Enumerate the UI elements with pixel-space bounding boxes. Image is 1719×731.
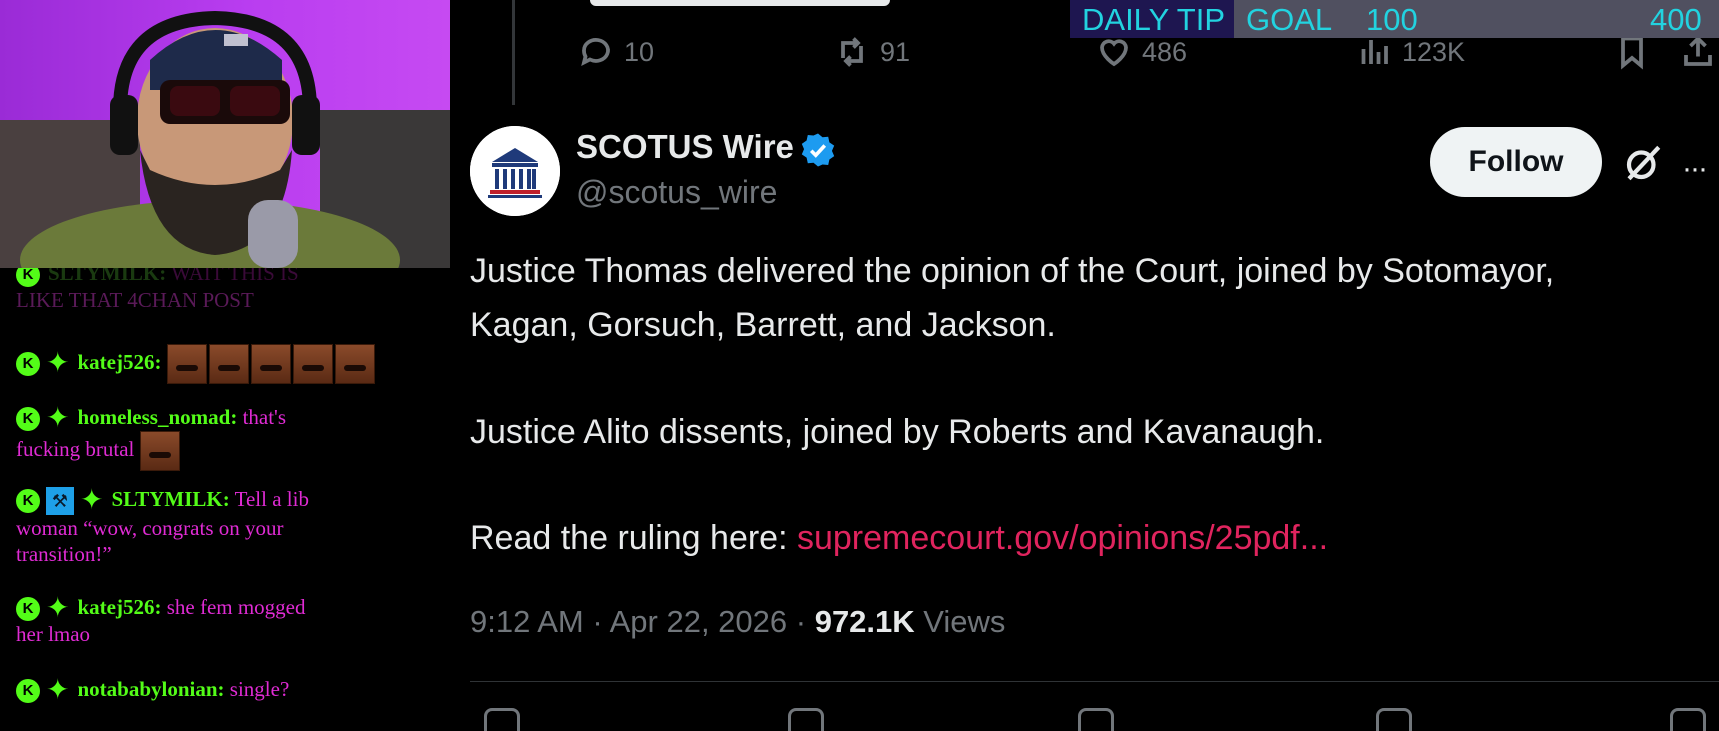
like-button[interactable]: 486 <box>1096 34 1187 70</box>
kick-badge-icon: K <box>16 597 40 622</box>
views-button[interactable]: 123K <box>1356 34 1465 70</box>
tweet-time[interactable]: 9:12 AM <box>470 604 584 639</box>
verified-badge-icon <box>801 133 835 167</box>
emote-icon <box>166 344 207 384</box>
like-count: 486 <box>1142 36 1188 67</box>
supreme-court-logo-icon <box>470 126 560 216</box>
goal-title: DAILY TIP <box>1082 2 1226 37</box>
views-count: 123K <box>1402 36 1466 67</box>
kick-badge-icon: K <box>16 679 40 704</box>
more-options-icon[interactable]: ··· <box>1682 152 1708 186</box>
bookmark-button[interactable] <box>1614 34 1650 70</box>
chat-message: K ✦ homeless_nomad: that's fucking brutal <box>16 403 436 472</box>
read-prefix: Read the ruling here: <box>470 519 797 557</box>
reply-button[interactable]: 10 <box>578 34 654 70</box>
emote-icon <box>292 344 333 384</box>
reply-count: 10 <box>624 36 655 67</box>
follow-button[interactable]: Follow <box>1430 127 1602 197</box>
chat-message: K ✦ katej526: she fem mogged her lmao <box>16 594 436 647</box>
chat-text: woman “wow, congrats on your <box>16 516 284 541</box>
grok-icon[interactable] <box>1622 142 1664 184</box>
chat-username: SLTYMILK: <box>111 487 230 511</box>
separator: · <box>592 604 610 639</box>
ruling-link[interactable]: supremecourt.gov/opinions/25pdf... <box>797 519 1328 557</box>
emote-icon <box>334 344 375 384</box>
chat-message: K ⚒ ✦ SLTYMILK: Tell a lib woman “wow, cong… <box>16 486 436 567</box>
repost-icon <box>841 37 863 67</box>
stream-chat: K SLTYMILK: WAIT THIS IS LIKE THAT 4CHAN … <box>0 268 450 720</box>
sparkle-badge-icon: ✦ <box>46 348 70 379</box>
chat-username: katej526: <box>77 349 162 374</box>
share-icon <box>1684 35 1712 66</box>
webcam-feed <box>0 0 450 268</box>
tweet-text-line: Justice Thomas delivered the opinion of … <box>470 252 1555 290</box>
tweet-metadata: 9:12 AM · Apr 22, 2026 · 972.1K Views <box>470 604 1005 640</box>
chat-text: Tell a lib <box>234 487 309 511</box>
chat-username: notababylonian: <box>77 677 225 701</box>
kick-badge-icon: K <box>16 407 40 432</box>
tweet-date[interactable]: Apr 22, 2026 <box>610 604 788 639</box>
goal-label: GOAL <box>1246 2 1333 37</box>
kick-badge-icon: K <box>16 489 40 514</box>
emote-icon <box>208 344 249 384</box>
sparkle-badge-icon: ✦ <box>46 403 70 435</box>
avatar[interactable] <box>470 126 560 216</box>
views-count-bold: 972.1K <box>814 604 915 639</box>
chat-username: katej526: <box>77 595 162 619</box>
goal-current: 100 <box>1366 2 1418 37</box>
share-button[interactable] <box>1680 34 1716 70</box>
chat-text: WAIT THIS IS <box>171 268 299 285</box>
chat-text: LIKE THAT 4CHAN POST <box>16 288 254 313</box>
emote-icon <box>139 431 180 472</box>
sparkle-badge-icon: ✦ <box>46 675 70 707</box>
tweet-text-line: Read the ruling here: supremecourt.gov/o… <box>470 519 1328 558</box>
sparkle-badge-icon: ✦ <box>80 485 104 517</box>
chat-message: K ✦ notababylonian: single? <box>16 675 436 707</box>
emote-icon <box>250 344 291 384</box>
repost-button[interactable]: 91 <box>834 34 910 70</box>
tweet-text-line: Kagan, Gorsuch, Barrett, and Jackson. <box>470 306 1056 344</box>
bookmark-icon <box>1621 36 1643 70</box>
kick-badge-icon: K <box>16 352 40 376</box>
tip-goal-bar: DAILY TIP GOAL 100 400 <box>1070 0 1719 38</box>
chat-username: SLTYMILK: <box>48 268 167 285</box>
author-handle[interactable]: @scotus_wire <box>576 174 777 211</box>
chat-username: homeless_nomad: <box>77 405 238 429</box>
chat-text: her lmao <box>16 622 91 647</box>
kick-badge-icon: K <box>16 268 40 288</box>
separator: · <box>795 604 815 639</box>
chat-text: transition!” <box>16 542 112 567</box>
streamer-image <box>0 10 450 268</box>
chat-text: she fem mogged <box>166 595 306 619</box>
chat-text: single? <box>229 677 290 701</box>
tweet-text-line: Justice Alito dissents, joined by Robert… <box>470 413 1325 451</box>
analytics-icon <box>1361 40 1388 64</box>
author-name[interactable]: SCOTUS Wire <box>576 128 794 166</box>
thread-connector <box>512 0 515 105</box>
chat-text: that's <box>242 405 287 429</box>
moderator-gavel-icon: ⚒ <box>46 487 74 516</box>
chat-text: fucking brutal <box>16 437 135 461</box>
chat-message: K ✦ katej526: <box>16 344 436 384</box>
views-label: Views <box>923 604 1006 639</box>
heart-icon <box>1100 39 1128 67</box>
previous-card-edge <box>590 0 890 6</box>
reply-icon <box>581 38 610 67</box>
divider <box>470 681 1719 682</box>
goal-target: 400 <box>1650 2 1702 37</box>
repost-count: 91 <box>880 36 911 67</box>
chat-message: K SLTYMILK: WAIT THIS IS LIKE THAT 4CHAN … <box>16 268 436 313</box>
sparkle-badge-icon: ✦ <box>46 593 70 625</box>
